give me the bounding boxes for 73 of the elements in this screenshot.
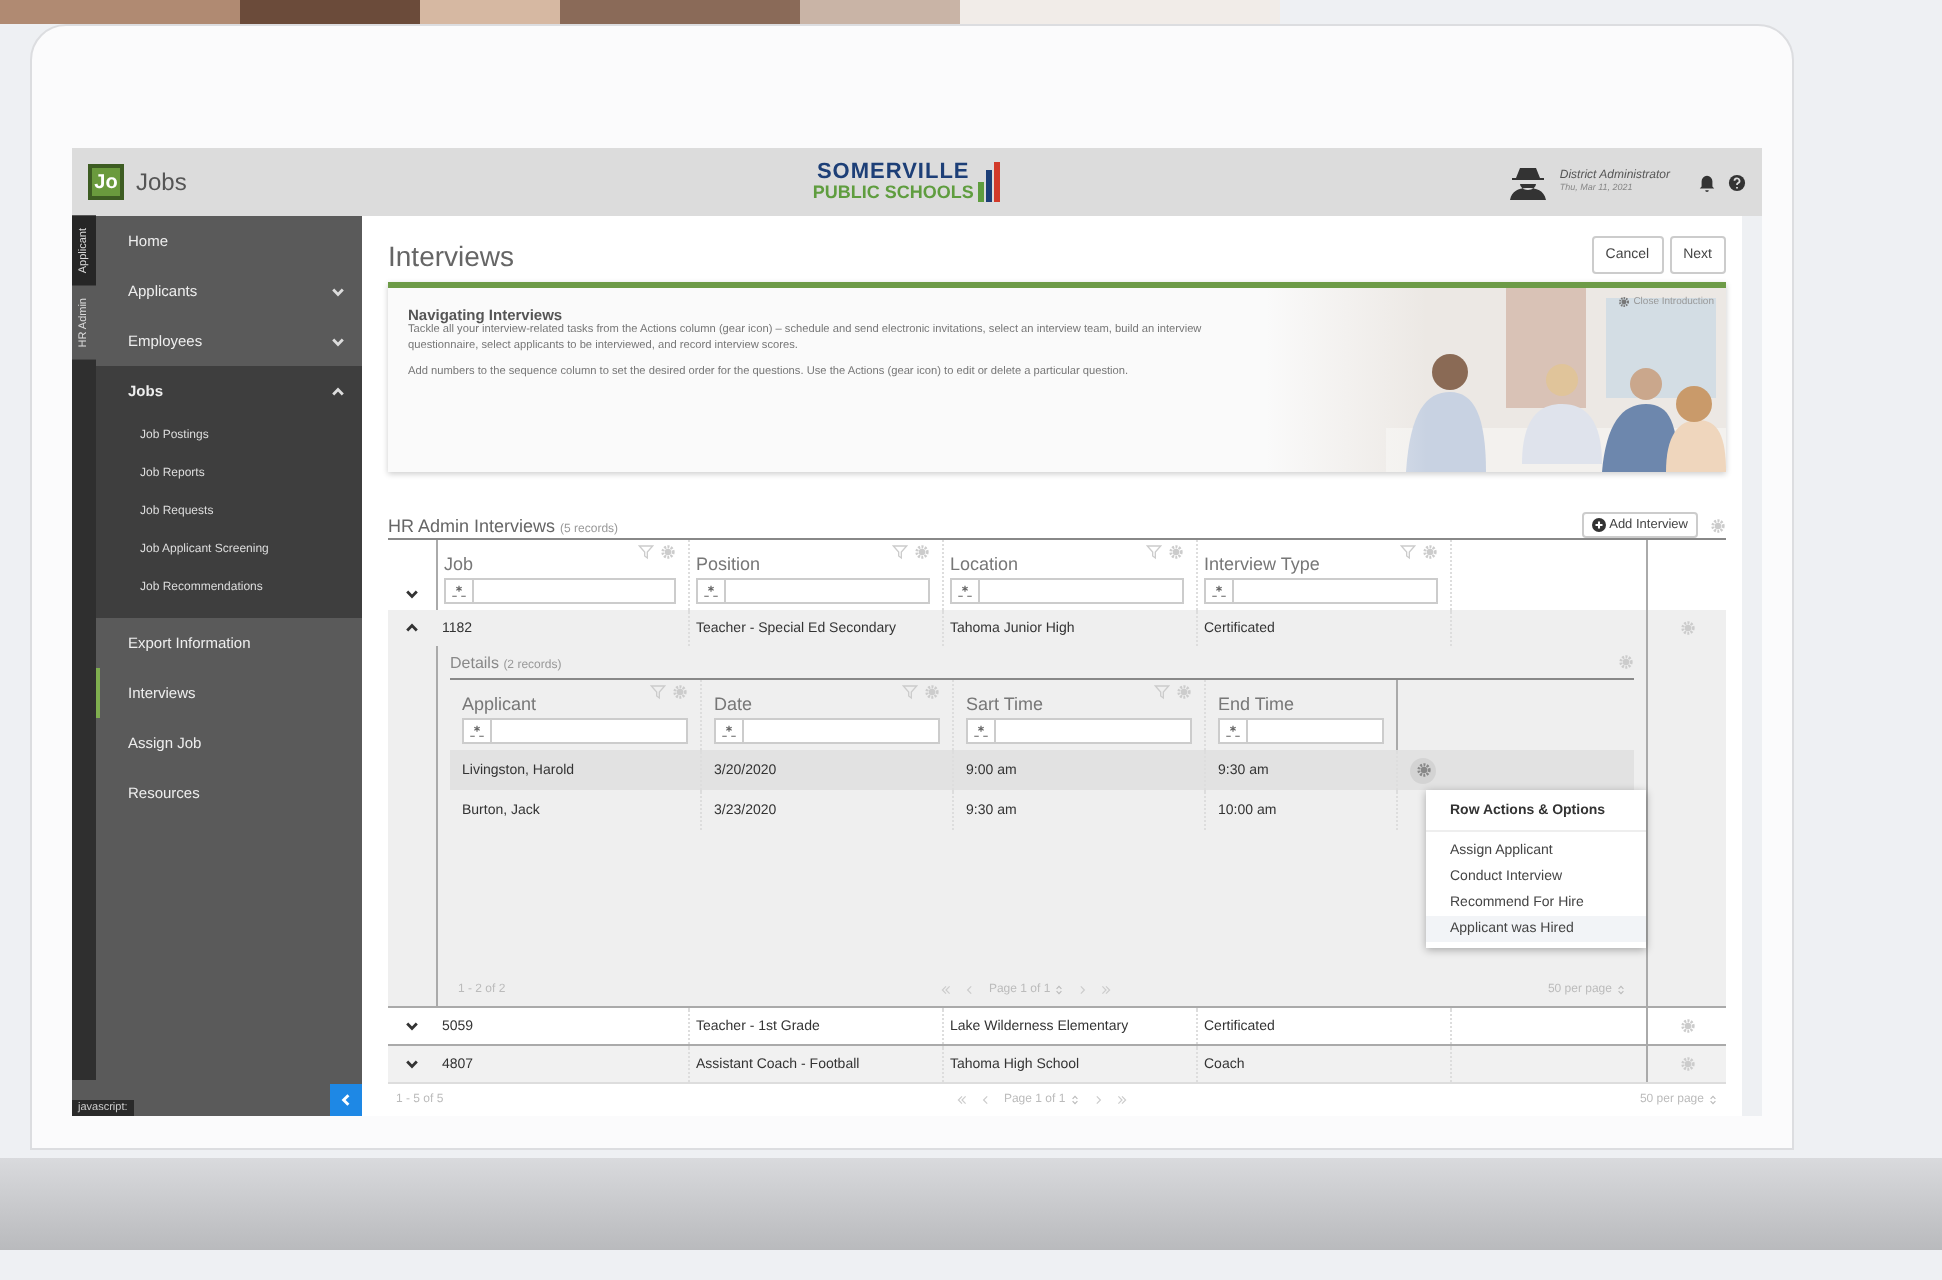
filter-operator-icon[interactable] xyxy=(462,718,492,744)
filter-icon[interactable] xyxy=(902,684,918,700)
sort-arrows-icon[interactable] xyxy=(1054,984,1065,996)
previous-page-icon[interactable] xyxy=(964,984,977,996)
row-actions-icon[interactable] xyxy=(1679,620,1695,636)
filter-operator-icon[interactable] xyxy=(696,578,726,604)
filter-field[interactable] xyxy=(1248,718,1384,744)
filter-field[interactable] xyxy=(996,718,1192,744)
row-actions-button[interactable] xyxy=(1410,757,1436,783)
filter-icon[interactable] xyxy=(650,684,666,700)
filter-operator-icon[interactable] xyxy=(950,578,980,604)
app-logo: Jo xyxy=(88,164,124,200)
settings-icon[interactable] xyxy=(1168,544,1184,560)
column-header[interactable]: Date xyxy=(714,694,940,714)
next-page-icon[interactable] xyxy=(1076,984,1089,996)
expand-all-toggle[interactable] xyxy=(404,586,420,602)
filter-operator-icon[interactable] xyxy=(966,718,996,744)
filter-icon[interactable] xyxy=(1154,684,1170,700)
row-expand-toggle[interactable] xyxy=(404,1018,420,1034)
filter-field[interactable] xyxy=(744,718,940,744)
column-header[interactable]: Position xyxy=(696,554,930,574)
filter-operator-icon[interactable] xyxy=(1204,578,1234,604)
settings-icon[interactable] xyxy=(1422,544,1438,560)
first-page-icon[interactable] xyxy=(940,984,953,996)
collapse-button[interactable] xyxy=(330,1084,362,1116)
settings-icon[interactable] xyxy=(660,544,676,560)
settings-icon[interactable] xyxy=(1617,296,1630,308)
filter-operator-icon[interactable] xyxy=(1218,718,1248,744)
filter-icon[interactable] xyxy=(1146,544,1162,560)
help-icon[interactable] xyxy=(1728,173,1746,191)
previous-page-icon[interactable] xyxy=(979,1094,992,1106)
last-page-icon[interactable] xyxy=(1100,984,1113,996)
sort-arrows-icon[interactable] xyxy=(1069,1094,1080,1106)
filter-field[interactable] xyxy=(492,718,688,744)
row-actions-icon[interactable] xyxy=(1679,1056,1695,1072)
column-header[interactable]: Interview Type xyxy=(1204,554,1438,574)
filter-field[interactable] xyxy=(726,578,930,604)
filter-field[interactable] xyxy=(1234,578,1438,604)
bell-icon[interactable] xyxy=(1698,173,1716,191)
first-page-icon[interactable] xyxy=(955,1094,968,1106)
column-header[interactable]: End Time xyxy=(1218,694,1384,714)
column-header[interactable]: Job xyxy=(444,554,676,574)
settings-icon[interactable] xyxy=(1710,517,1726,533)
chevron-left-icon[interactable] xyxy=(338,1092,354,1108)
brand-subtitle: PUBLIC SCHOOLS xyxy=(812,184,974,202)
page-title: Interviews xyxy=(388,239,515,271)
settings-icon[interactable] xyxy=(1415,762,1431,778)
sort-arrows-icon[interactable] xyxy=(1615,984,1626,996)
row-expand-toggle[interactable] xyxy=(404,1056,420,1072)
filter-operator-icon[interactable] xyxy=(714,718,744,744)
settings-icon[interactable] xyxy=(914,544,930,560)
bar-chart-logo-icon xyxy=(977,162,1002,202)
brand-name: SOMERVILLE xyxy=(816,162,970,184)
chevron-up-icon[interactable] xyxy=(330,383,346,399)
last-page-icon[interactable] xyxy=(1115,1094,1128,1106)
column-header[interactable]: Sart Time xyxy=(966,694,1192,714)
filter-icon[interactable] xyxy=(1400,544,1416,560)
row-actions-icon[interactable] xyxy=(1679,1018,1695,1034)
chevron-down-icon[interactable] xyxy=(330,283,346,299)
next-page-icon[interactable] xyxy=(1091,1094,1104,1106)
filter-field[interactable] xyxy=(474,578,676,604)
filter-operator-icon[interactable] xyxy=(444,578,474,604)
filter-field[interactable] xyxy=(980,578,1184,604)
filter-icon[interactable] xyxy=(638,544,654,560)
row-expand-toggle[interactable] xyxy=(404,620,420,636)
plus-icon[interactable] xyxy=(1591,518,1606,532)
app-title: Jobs xyxy=(136,168,187,196)
chevron-down-icon[interactable] xyxy=(330,333,346,349)
sort-arrows-icon[interactable] xyxy=(1707,1094,1718,1106)
column-header[interactable]: Location xyxy=(950,554,1184,574)
filter-icon[interactable] xyxy=(892,544,908,560)
user-avatar-icon[interactable] xyxy=(1507,164,1548,200)
column-header[interactable]: Applicant xyxy=(462,694,688,714)
